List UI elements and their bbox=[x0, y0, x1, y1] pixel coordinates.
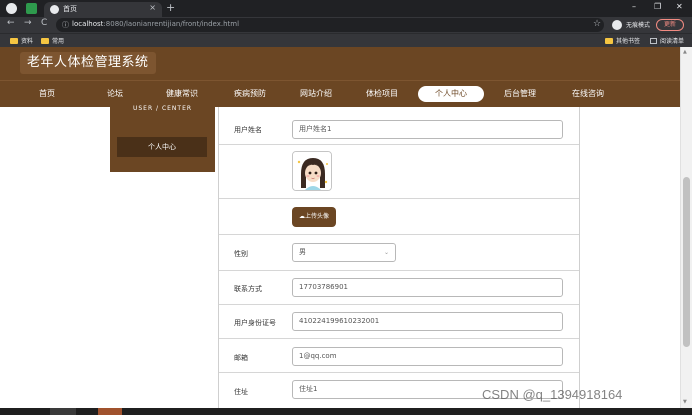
other-bookmarks[interactable]: 其他书签 bbox=[605, 36, 640, 45]
gender-selected-value: 男 bbox=[299, 248, 306, 256]
form-row-avatar bbox=[219, 145, 579, 199]
folder-icon bbox=[41, 38, 49, 44]
form-row-gender: 性别 男 ⌄ bbox=[219, 235, 579, 271]
close-window-button[interactable]: ✕ bbox=[676, 2, 683, 11]
gender-label: 性别 bbox=[234, 250, 248, 258]
nav-item-online-consult[interactable]: 在线咨询 bbox=[572, 88, 604, 99]
address-bar[interactable]: ⓘ localhost:8080/laonianrentijian/front/… bbox=[56, 18, 604, 32]
form-row-email: 邮箱 1@qq.com bbox=[219, 339, 579, 373]
bookmark-folder-ziliao[interactable]: 资料 bbox=[10, 36, 33, 45]
restore-button[interactable]: ❐ bbox=[654, 2, 661, 11]
user-center-panel: USER / CENTER 个人中心 bbox=[110, 105, 215, 172]
user-center-heading: USER / CENTER bbox=[132, 105, 193, 112]
tab-close-icon[interactable]: × bbox=[149, 3, 156, 12]
form-row-username: 用户姓名 用户姓名1 bbox=[219, 107, 579, 145]
email-input[interactable]: 1@qq.com bbox=[292, 347, 563, 366]
watermark-text: CSDN @q_1394918164 bbox=[482, 387, 623, 402]
nav-item-forum[interactable]: 论坛 bbox=[107, 88, 123, 99]
nav-item-checkup-items[interactable]: 体检项目 bbox=[366, 88, 398, 99]
update-button[interactable]: 更新 bbox=[656, 19, 684, 31]
nav-item-site-intro[interactable]: 网站介绍 bbox=[300, 88, 332, 99]
phone-input[interactable]: 17703786901 bbox=[292, 278, 563, 297]
browser-toolbar: ← → C ⓘ localhost:8080/laonianrentijian/… bbox=[0, 17, 692, 33]
email-label: 邮箱 bbox=[234, 354, 248, 362]
taskbar-app[interactable] bbox=[50, 408, 76, 415]
address-label: 住址 bbox=[234, 388, 248, 396]
browser-menu-icon[interactable] bbox=[6, 3, 17, 14]
browser-tabbar: 首页 × + – ❐ ✕ bbox=[0, 0, 692, 17]
nav-item-personal-center[interactable]: 个人中心 bbox=[418, 86, 484, 102]
username-label: 用户姓名 bbox=[234, 126, 262, 134]
folder-icon bbox=[10, 38, 18, 44]
personal-center-menu-item[interactable]: 个人中心 bbox=[117, 137, 207, 157]
main-nav: 首页 论坛 健康常识 疾病预防 网站介绍 体检项目 个人中心 后台管理 在线咨询 bbox=[0, 80, 686, 107]
taskbar-app-active[interactable] bbox=[98, 408, 122, 415]
folder-icon bbox=[605, 38, 613, 44]
nav-item-disease-prevention[interactable]: 疾病预防 bbox=[234, 88, 266, 99]
bookmarks-bar: 资料 常用 其他书签 阅读清单 bbox=[0, 33, 692, 47]
form-row-phone: 联系方式 17703786901 bbox=[219, 271, 579, 305]
phone-label: 联系方式 bbox=[234, 285, 262, 293]
nav-item-health-knowledge[interactable]: 健康常识 bbox=[166, 88, 198, 99]
form-row-upload: ☁上传头像 bbox=[219, 199, 579, 235]
idcard-label: 用户身份证号 bbox=[234, 319, 276, 327]
nav-item-admin[interactable]: 后台管理 bbox=[504, 88, 536, 99]
profile-form: 用户姓名 用户姓名1 ☁上传头像 性别 男 ⌄ 联系方式 17703786901… bbox=[218, 107, 580, 408]
avatar-illustration bbox=[293, 152, 331, 190]
tab-title: 首页 bbox=[63, 5, 77, 13]
upload-avatar-button[interactable]: ☁上传头像 bbox=[292, 207, 336, 227]
scroll-up-icon[interactable]: ▲ bbox=[683, 49, 687, 55]
site-info-icon[interactable]: ⓘ bbox=[62, 20, 69, 30]
idcard-input[interactable]: 410224199610232001 bbox=[292, 312, 563, 331]
reading-list-icon bbox=[650, 38, 657, 44]
page-scrollbar[interactable]: ▲ ▼ bbox=[680, 47, 692, 408]
scrollbar-thumb[interactable] bbox=[683, 177, 690, 347]
gender-select[interactable]: 男 ⌄ bbox=[292, 243, 396, 262]
reading-list[interactable]: 阅读清单 bbox=[650, 36, 684, 45]
bookmark-folder-changyong[interactable]: 常用 bbox=[41, 36, 64, 45]
username-input[interactable]: 用户姓名1 bbox=[292, 120, 563, 139]
incognito-icon bbox=[612, 20, 622, 30]
avatar-image bbox=[292, 151, 332, 191]
nav-item-home[interactable]: 首页 bbox=[39, 88, 55, 99]
pinned-tab-icon[interactable] bbox=[26, 3, 37, 14]
os-taskbar bbox=[0, 408, 692, 415]
url-text: localhost:8080/laonianrentijian/front/in… bbox=[72, 20, 240, 28]
back-arrow-icon[interactable]: ← bbox=[7, 18, 15, 28]
minimize-button[interactable]: – bbox=[632, 2, 636, 11]
chevron-down-icon: ⌄ bbox=[383, 249, 389, 256]
incognito-label: 无痕模式 bbox=[626, 22, 651, 29]
tab-favicon-icon bbox=[50, 5, 59, 14]
forward-arrow-icon[interactable]: → bbox=[24, 18, 32, 28]
site-header: 老年人体检管理系统 bbox=[0, 47, 686, 80]
site-title: 老年人体检管理系统 bbox=[20, 52, 156, 74]
new-tab-button[interactable]: + bbox=[166, 1, 175, 14]
browser-tab-active[interactable]: 首页 × bbox=[44, 2, 162, 17]
form-row-idcard: 用户身份证号 410224199610232001 bbox=[219, 305, 579, 339]
bookmark-star-icon[interactable]: ☆ bbox=[593, 19, 601, 29]
scroll-down-icon[interactable]: ▼ bbox=[683, 399, 687, 405]
reload-icon[interactable]: C bbox=[41, 18, 47, 28]
